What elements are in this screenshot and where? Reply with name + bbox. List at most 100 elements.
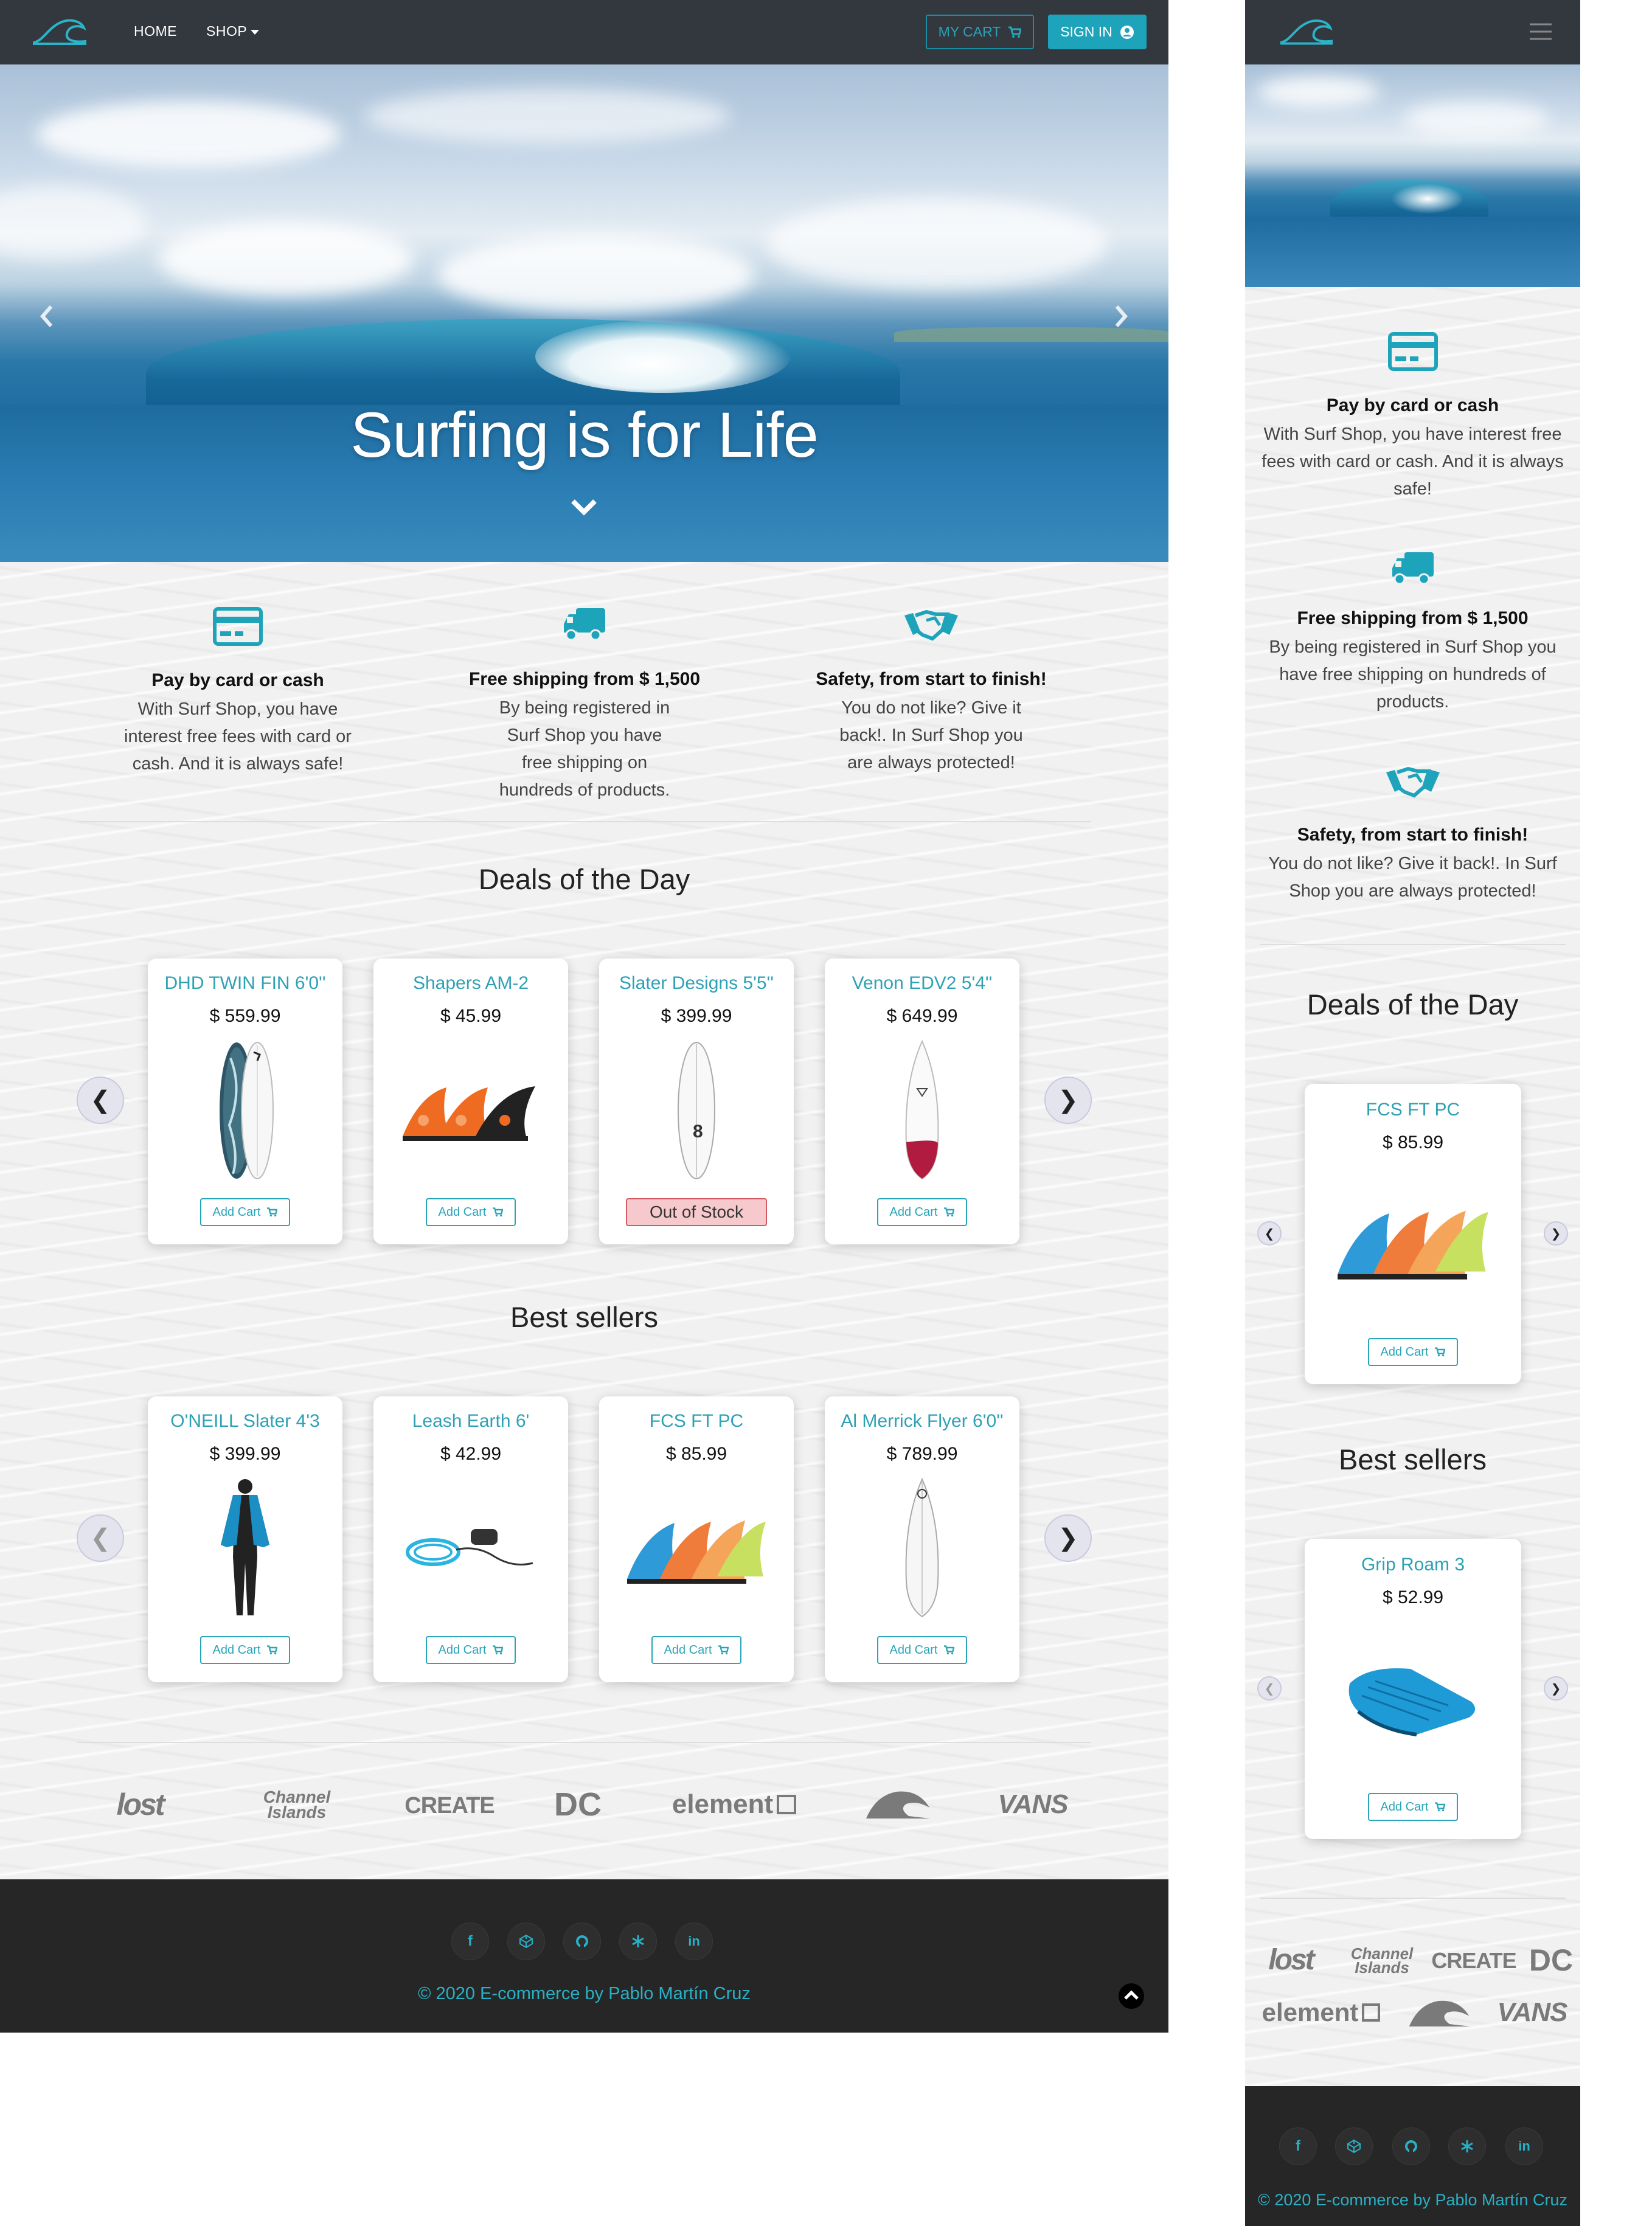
copyright[interactable]: © 2020 E-commerce by Pablo Martín Cruz [0, 1984, 1168, 2004]
brand-logo-dc[interactable]: DC [554, 1783, 602, 1826]
github-icon[interactable] [1392, 2127, 1430, 2165]
out-of-stock-badge: Out of Stock [626, 1198, 767, 1226]
linkedin-icon[interactable]: in [1505, 2127, 1543, 2165]
brand-logo-element[interactable]: element [669, 1786, 799, 1823]
brand-logo-lost[interactable]: lost [1251, 1939, 1330, 1982]
product-card[interactable]: Slater Designs 5'5'' $ 399.99 8 Out of S… [599, 959, 794, 1244]
brand-logo-dc[interactable]: DC [1529, 1940, 1573, 1980]
product-name[interactable]: Leash Earth 6' [373, 1411, 568, 1432]
facebook-icon[interactable]: f [1279, 2127, 1317, 2165]
product-card[interactable]: O'NEILL Slater 4'3 $ 399.99 Add Cart [148, 1396, 342, 1682]
chevron-left-icon[interactable] [38, 303, 56, 330]
product-price: $ 85.99 [665, 1444, 727, 1464]
product-name[interactable]: O'NEILL Slater 4'3 [148, 1411, 342, 1432]
github-icon[interactable] [563, 1923, 601, 1960]
nav-home[interactable]: HOME [134, 23, 177, 40]
credit-card-icon [213, 607, 263, 646]
product-card[interactable]: FCS FT PC $ 85.99 Add Cart [1305, 1084, 1521, 1384]
linkedin-icon[interactable]: in [675, 1923, 713, 1960]
deals-next-button[interactable]: ❯ [1544, 1221, 1568, 1246]
best-next-button[interactable]: ❯ [1044, 1514, 1092, 1562]
product-card[interactable]: Venon EDV2 5'4'' $ 649.99 Add Cart [825, 959, 1019, 1244]
codepen-icon[interactable] [1335, 2127, 1373, 2165]
brand-logo-create[interactable]: CREATE [404, 1786, 495, 1826]
add-cart-button[interactable]: Add Cart [200, 1636, 290, 1664]
brand-logo-quiksilver[interactable] [864, 1789, 933, 1821]
best-next-button[interactable]: ❯ [1544, 1676, 1568, 1701]
codepen-icon[interactable] [507, 1923, 545, 1960]
product-name[interactable]: Venon EDV2 5'4'' [825, 973, 1019, 994]
product-name[interactable]: Slater Designs 5'5'' [599, 973, 794, 994]
feature-title: Safety, from start to finish! [816, 669, 1047, 689]
chevron-down-icon[interactable] [569, 498, 599, 517]
nav-shop-dropdown[interactable]: SHOP [206, 23, 260, 40]
hamburger-icon[interactable] [1529, 22, 1553, 41]
feature-payment: Pay by card or cash With Surf Shop, you … [113, 607, 363, 778]
best-prev-button[interactable]: ❮ [77, 1514, 124, 1562]
snowflake-icon[interactable] [619, 1923, 657, 1960]
chevron-right-icon[interactable] [1112, 303, 1130, 330]
brand-logo-element[interactable]: element [1257, 1995, 1385, 2030]
wave-logo-icon[interactable] [32, 16, 88, 46]
product-card[interactable]: Al Merrick Flyer 6'0'' $ 789.99 Add Cart [825, 1396, 1019, 1682]
cart-icon [267, 1645, 278, 1655]
brand-text: Channel Islands [263, 1787, 331, 1822]
add-cart-button[interactable]: Add Cart [1368, 1338, 1458, 1366]
add-cart-button[interactable]: Add Cart [877, 1636, 967, 1664]
product-card[interactable]: Shapers AM-2 $ 45.99 Add Cart [373, 959, 568, 1244]
divider [77, 1742, 1091, 1743]
handshake-icon [904, 609, 958, 641]
feature-shipping: Free shipping from $ 1,500 By being regi… [1257, 551, 1568, 716]
wave-logo-icon[interactable] [1279, 16, 1334, 46]
snowflake-icon[interactable] [1448, 2127, 1486, 2165]
feature-title: Safety, from start to finish! [1297, 825, 1529, 845]
product-name[interactable]: Grip Roam 3 [1305, 1555, 1521, 1575]
brand-logo-vans[interactable]: VANS [1494, 1995, 1570, 2030]
product-card[interactable]: Leash Earth 6' $ 42.99 Add Cart [373, 1396, 568, 1682]
product-name[interactable]: Shapers AM-2 [373, 973, 568, 994]
add-cart-button[interactable]: Add Cart [1368, 1793, 1458, 1821]
add-cart-button[interactable]: Add Cart [200, 1198, 290, 1226]
deals-prev-button[interactable]: ❮ [77, 1077, 124, 1124]
feature-text: By being registered in Surf Shop you hav… [1269, 637, 1557, 712]
hero-title: Surfing is for Life [350, 400, 819, 471]
facebook-icon[interactable]: f [451, 1923, 489, 1960]
feature-text: By being registered in Surf Shop you hav… [499, 698, 670, 800]
brand-logo-channel-islands[interactable]: Channel Islands [1336, 1941, 1428, 1980]
product-card[interactable]: DHD TWIN FIN 6'0'' $ 559.99 Add Cart [148, 959, 342, 1244]
brand-logo-channel-islands[interactable]: Channel Islands [249, 1783, 344, 1826]
product-price: $ 789.99 [886, 1444, 958, 1464]
product-name[interactable]: DHD TWIN FIN 6'0'' [148, 973, 342, 994]
deals-prev-button[interactable]: ❮ [1257, 1221, 1282, 1246]
brand-logo-vans[interactable]: VANS [995, 1786, 1071, 1823]
brand-logo-lost[interactable]: lost [97, 1783, 182, 1826]
product-price: $ 399.99 [661, 1006, 732, 1026]
scroll-top-icon[interactable] [1118, 1983, 1145, 2009]
sign-in-button[interactable]: SIGN IN [1048, 15, 1147, 49]
product-card[interactable]: FCS FT PC $ 85.99 Add Cart [599, 1396, 794, 1682]
add-cart-label: Add Cart [438, 1643, 487, 1657]
add-cart-button[interactable]: Add Cart [426, 1198, 516, 1226]
add-cart-button[interactable]: Add Cart [651, 1636, 741, 1664]
feature-title: Free shipping from $ 1,500 [468, 669, 701, 689]
product-card[interactable]: Grip Roam 3 $ 52.99 Add Cart [1305, 1539, 1521, 1839]
add-cart-button[interactable]: Add Cart [426, 1636, 516, 1664]
traction-pad-image [1348, 1668, 1476, 1736]
product-name[interactable]: Al Merrick Flyer 6'0'' [825, 1411, 1019, 1432]
best-prev-button[interactable]: ❮ [1257, 1676, 1282, 1701]
cart-icon [718, 1645, 729, 1655]
truck-icon [1392, 552, 1434, 585]
product-name[interactable]: FCS FT PC [1305, 1100, 1521, 1120]
best-sellers-title: Best sellers [510, 1301, 658, 1333]
red-tail-surfboard-image [905, 1040, 939, 1180]
content-area: Pay by card or cash With Surf Shop, you … [1245, 287, 1580, 2086]
add-cart-button[interactable]: Add Cart [877, 1198, 967, 1226]
deals-next-button[interactable]: ❯ [1044, 1077, 1092, 1124]
brand-logo-create[interactable]: CREATE [1431, 1943, 1516, 1979]
my-cart-button[interactable]: MY CART [926, 15, 1034, 49]
product-name[interactable]: FCS FT PC [599, 1411, 794, 1432]
brand-logo-quiksilver[interactable] [1407, 1999, 1473, 2029]
copyright[interactable]: © 2020 E-commerce by Pablo Martín Cruz [1245, 2191, 1580, 2210]
cart-icon [1435, 1802, 1446, 1812]
add-cart-label: Add Cart [889, 1205, 938, 1219]
